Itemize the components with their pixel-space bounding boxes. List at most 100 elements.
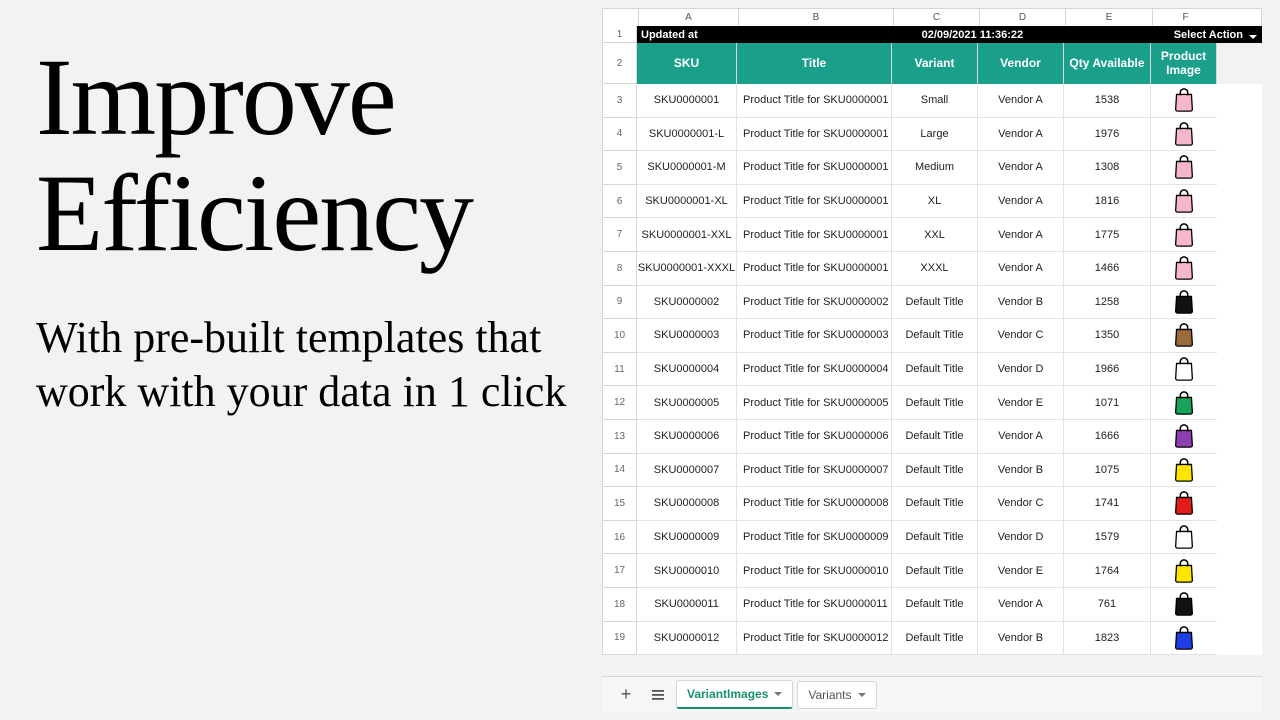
- cell-image[interactable]: [1151, 353, 1217, 387]
- cell-vendor[interactable]: Vendor A: [978, 588, 1064, 622]
- cell-title[interactable]: Product Title for SKU0000008: [737, 487, 892, 521]
- cell-vendor[interactable]: Vendor A: [978, 185, 1064, 219]
- tab-variant-images[interactable]: VariantImages: [676, 680, 793, 709]
- cell-variant[interactable]: Default Title: [892, 487, 978, 521]
- select-action-dropdown[interactable]: Select Action: [1174, 29, 1261, 41]
- cell-vendor[interactable]: Vendor B: [978, 454, 1064, 488]
- cell-image[interactable]: [1151, 252, 1217, 286]
- cell-title[interactable]: Product Title for SKU0000010: [737, 554, 892, 588]
- cell-image[interactable]: [1151, 554, 1217, 588]
- cell-title[interactable]: Product Title for SKU0000001: [737, 151, 892, 185]
- cell-qty[interactable]: 1666: [1064, 420, 1151, 454]
- row-number[interactable]: 2: [602, 43, 637, 84]
- all-sheets-button[interactable]: [644, 681, 672, 709]
- cell-vendor[interactable]: Vendor A: [978, 84, 1064, 118]
- cell-qty[interactable]: 1816: [1064, 185, 1151, 219]
- row-number[interactable]: 10: [602, 319, 637, 353]
- cell-qty[interactable]: 1823: [1064, 622, 1151, 656]
- cell-qty[interactable]: 1075: [1064, 454, 1151, 488]
- cell-variant[interactable]: XXL: [892, 218, 978, 252]
- cell-image[interactable]: [1151, 84, 1217, 118]
- cell-qty[interactable]: 761: [1064, 588, 1151, 622]
- cell-sku[interactable]: SKU0000010: [637, 554, 737, 588]
- cell-title[interactable]: Product Title for SKU0000005: [737, 386, 892, 420]
- cell-variant[interactable]: Default Title: [892, 554, 978, 588]
- cell-qty[interactable]: 1071: [1064, 386, 1151, 420]
- row-number[interactable]: 1: [602, 26, 637, 43]
- cell-qty[interactable]: 1538: [1064, 84, 1151, 118]
- col-letter[interactable]: F: [1152, 9, 1218, 26]
- col-letter[interactable]: C: [893, 9, 979, 26]
- cell-title[interactable]: Product Title for SKU0000007: [737, 454, 892, 488]
- cell-variant[interactable]: XXXL: [892, 252, 978, 286]
- col-letter[interactable]: D: [979, 9, 1065, 26]
- row-number[interactable]: 11: [602, 353, 637, 387]
- row-number[interactable]: 9: [602, 286, 637, 320]
- cell-image[interactable]: [1151, 420, 1217, 454]
- cell-vendor[interactable]: Vendor E: [978, 386, 1064, 420]
- tab-variants[interactable]: Variants: [797, 681, 876, 709]
- cell-vendor[interactable]: Vendor C: [978, 487, 1064, 521]
- cell-sku[interactable]: SKU0000001-XXXL: [637, 252, 737, 286]
- cell-image[interactable]: [1151, 521, 1217, 555]
- cell-sku[interactable]: SKU0000008: [637, 487, 737, 521]
- row-number[interactable]: 13: [602, 420, 637, 454]
- cell-title[interactable]: Product Title for SKU0000006: [737, 420, 892, 454]
- cell-sku[interactable]: SKU0000012: [637, 622, 737, 656]
- cell-qty[interactable]: 1976: [1064, 118, 1151, 152]
- cell-sku[interactable]: SKU0000009: [637, 521, 737, 555]
- cell-image[interactable]: [1151, 151, 1217, 185]
- col-letter[interactable]: B: [738, 9, 893, 26]
- cell-vendor[interactable]: Vendor C: [978, 319, 1064, 353]
- cell-title[interactable]: Product Title for SKU0000001: [737, 185, 892, 219]
- cell-vendor[interactable]: Vendor A: [978, 420, 1064, 454]
- cell-vendor[interactable]: Vendor B: [978, 622, 1064, 656]
- cell-image[interactable]: [1151, 622, 1217, 656]
- cell-vendor[interactable]: Vendor A: [978, 252, 1064, 286]
- cell-variant[interactable]: Default Title: [892, 319, 978, 353]
- cell-sku[interactable]: SKU0000005: [637, 386, 737, 420]
- cell-title[interactable]: Product Title for SKU0000001: [737, 84, 892, 118]
- row-number[interactable]: 15: [602, 487, 637, 521]
- cell-image[interactable]: [1151, 454, 1217, 488]
- cell-vendor[interactable]: Vendor D: [978, 353, 1064, 387]
- cell-qty[interactable]: 1966: [1064, 353, 1151, 387]
- cell-title[interactable]: Product Title for SKU0000001: [737, 118, 892, 152]
- cell-variant[interactable]: Large: [892, 118, 978, 152]
- cell-qty[interactable]: 1350: [1064, 319, 1151, 353]
- cell-sku[interactable]: SKU0000001-L: [637, 118, 737, 152]
- cell-variant[interactable]: Default Title: [892, 353, 978, 387]
- row-number[interactable]: 5: [602, 151, 637, 185]
- col-letter[interactable]: E: [1065, 9, 1152, 26]
- cell-variant[interactable]: Default Title: [892, 420, 978, 454]
- cell-qty[interactable]: 1258: [1064, 286, 1151, 320]
- cell-vendor[interactable]: Vendor B: [978, 286, 1064, 320]
- cell-sku[interactable]: SKU0000001-M: [637, 151, 737, 185]
- cell-variant[interactable]: Default Title: [892, 521, 978, 555]
- row-number[interactable]: 6: [602, 185, 637, 219]
- cell-image[interactable]: [1151, 487, 1217, 521]
- cell-variant[interactable]: Default Title: [892, 588, 978, 622]
- cell-sku[interactable]: SKU0000001-XL: [637, 185, 737, 219]
- row-number[interactable]: 19: [602, 622, 637, 656]
- cell-vendor[interactable]: Vendor A: [978, 118, 1064, 152]
- cell-sku[interactable]: SKU0000004: [637, 353, 737, 387]
- add-sheet-button[interactable]: +: [612, 681, 640, 709]
- cell-variant[interactable]: Default Title: [892, 286, 978, 320]
- cell-image[interactable]: [1151, 319, 1217, 353]
- cell-image[interactable]: [1151, 286, 1217, 320]
- cell-qty[interactable]: 1764: [1064, 554, 1151, 588]
- cell-qty[interactable]: 1308: [1064, 151, 1151, 185]
- row-number[interactable]: 18: [602, 588, 637, 622]
- cell-qty[interactable]: 1579: [1064, 521, 1151, 555]
- cell-image[interactable]: [1151, 218, 1217, 252]
- cell-variant[interactable]: XL: [892, 185, 978, 219]
- cell-sku[interactable]: SKU0000002: [637, 286, 737, 320]
- cell-title[interactable]: Product Title for SKU0000002: [737, 286, 892, 320]
- cell-variant[interactable]: Default Title: [892, 622, 978, 656]
- cell-sku[interactable]: SKU0000011: [637, 588, 737, 622]
- cell-image[interactable]: [1151, 118, 1217, 152]
- row-number[interactable]: 3: [602, 84, 637, 118]
- cell-vendor[interactable]: Vendor D: [978, 521, 1064, 555]
- cell-qty[interactable]: 1741: [1064, 487, 1151, 521]
